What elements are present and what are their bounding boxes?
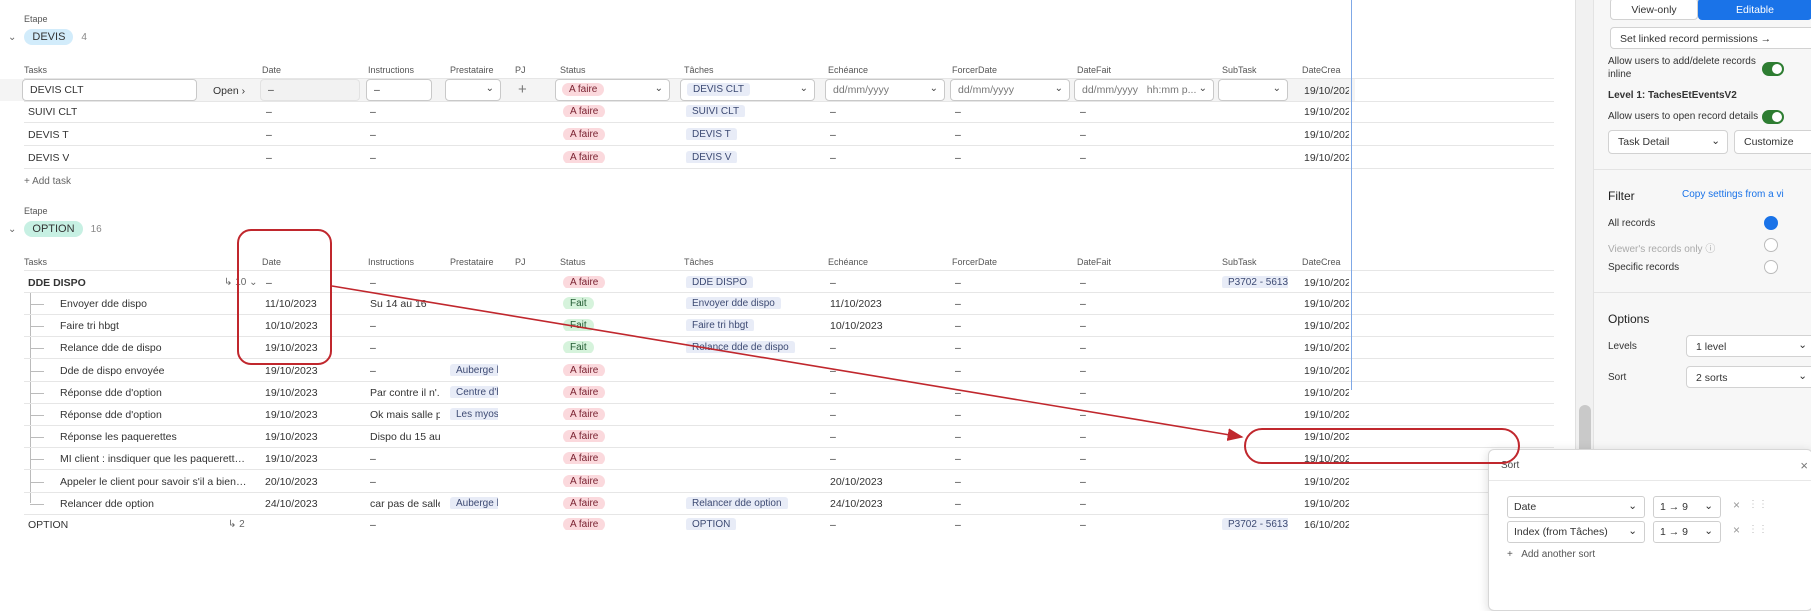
annotation-arrow <box>331 285 1244 441</box>
